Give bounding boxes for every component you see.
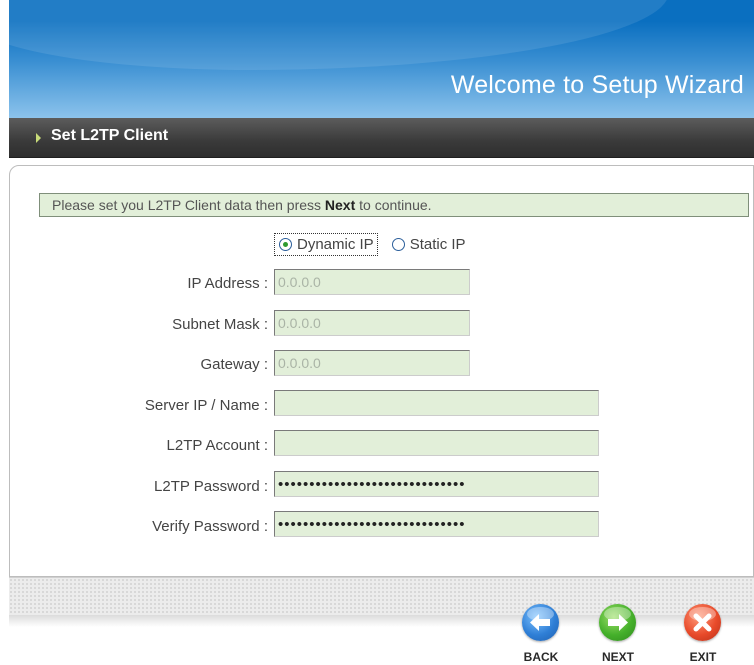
ip-address-input[interactable] <box>274 269 470 295</box>
instruction-emphasis: Next <box>324 197 356 213</box>
ip-mode-radio-group: Dynamic IP Static IP <box>274 230 466 258</box>
server-ip-label: Server IP / Name : <box>144 397 268 414</box>
arrow-left-icon <box>530 614 550 631</box>
next-button[interactable]: NEXT <box>590 604 646 664</box>
instruction-prefix: Please set you L2TP Client data then pre… <box>52 197 325 213</box>
banner-title: Welcome to Setup Wizard <box>450 71 744 99</box>
l2tp-account-input[interactable] <box>274 430 599 456</box>
l2tp-account-label: L2TP Account : <box>166 437 268 454</box>
gateway-input[interactable] <box>274 350 470 376</box>
dynamic-ip-radio[interactable] <box>279 237 292 251</box>
static-ip-label: Static IP <box>409 235 466 253</box>
triangle-right-icon <box>36 133 41 143</box>
banner-sheen <box>9 0 669 70</box>
section-title: Set L2TP Client <box>51 127 169 144</box>
subnet-mask-input[interactable] <box>274 310 470 336</box>
ip-address-label: IP Address : <box>187 275 268 292</box>
server-ip-input[interactable] <box>274 390 599 416</box>
dynamic-ip-option[interactable]: Dynamic IP <box>274 232 378 256</box>
verify-password-input[interactable] <box>274 511 599 537</box>
dynamic-ip-label: Dynamic IP <box>297 235 374 253</box>
verify-password-label: Verify Password : <box>152 518 268 535</box>
wizard-banner: Welcome to Setup Wizard <box>9 0 754 118</box>
instruction-suffix: to continue. <box>355 197 432 213</box>
exit-label: EXIT <box>689 650 717 664</box>
back-label: BACK <box>523 650 559 664</box>
l2tp-password-label: L2TP Password : <box>154 478 268 495</box>
subnet-mask-label: Subnet Mask : <box>172 316 268 333</box>
exit-button[interactable]: EXIT <box>675 604 731 664</box>
instruction-bar: Please set you L2TP Client data then pre… <box>39 193 749 217</box>
static-ip-radio[interactable] <box>391 237 405 251</box>
close-x-icon <box>693 613 712 632</box>
section-header-bar: Set L2TP Client <box>9 118 754 158</box>
static-ip-option[interactable]: Static IP <box>391 235 466 253</box>
gateway-label: Gateway : <box>200 356 268 373</box>
l2tp-password-input[interactable] <box>274 471 599 497</box>
back-button[interactable]: BACK <box>513 604 569 664</box>
arrow-right-icon <box>608 614 628 631</box>
next-label: NEXT <box>601 650 634 664</box>
